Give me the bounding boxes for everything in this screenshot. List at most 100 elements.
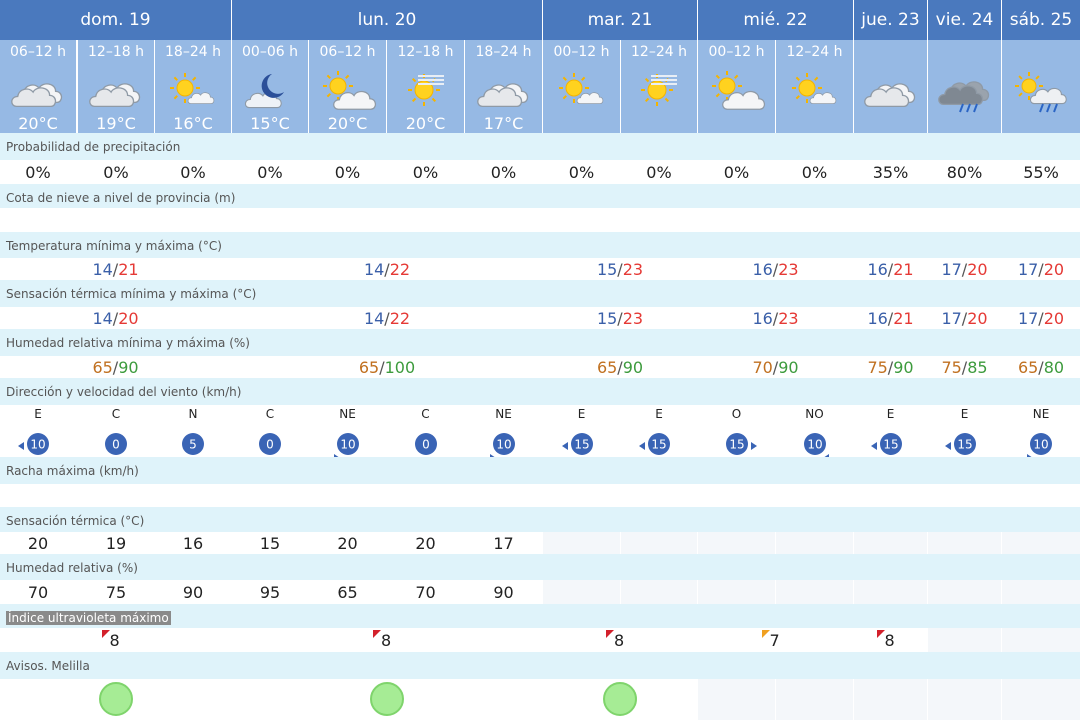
period-temperature: 20°C <box>327 114 368 133</box>
sun-cloud-icon <box>161 62 225 118</box>
wind-cell: N 5 <box>155 405 231 465</box>
wind-direction: NE <box>1032 407 1050 421</box>
uv-cell: 8 <box>854 628 927 652</box>
range-min-value: 70 <box>752 357 773 377</box>
range-min-value: 16 <box>867 308 888 328</box>
range-min-value: 65 <box>1017 357 1039 377</box>
row-label-band: Sensación térmica (°C) <box>0 507 1080 532</box>
precipitation-value: 80% <box>928 160 1001 184</box>
range-max-value: 90 <box>893 357 914 377</box>
period-humidity-value: 70 <box>387 580 464 604</box>
warning-level-dot[interactable] <box>603 682 637 716</box>
range-min-value: 17 <box>941 259 962 279</box>
wind-label: Dirección y velocidad del viento (km/h) <box>6 385 242 399</box>
period-feels-like-label: Sensación térmica (°C) <box>6 514 145 528</box>
range-max-value: 23 <box>622 308 644 328</box>
warning-cell[interactable] <box>543 679 697 720</box>
humidity-range: 65 / 100 <box>232 356 542 378</box>
range-min-value: 14 <box>363 308 385 328</box>
sun-rain-icon <box>1009 62 1073 118</box>
range-max-value: 23 <box>778 308 799 328</box>
temperature-range: 17 / 20 <box>1002 258 1080 280</box>
row-label-band: Cota de nieve a nivel de provincia (m) <box>0 184 1080 208</box>
period-temperature: 20°C <box>405 114 446 133</box>
feels-like-range: 16 / 21 <box>854 307 927 329</box>
empty-cell <box>1002 532 1080 554</box>
warning-cell[interactable] <box>232 679 542 720</box>
feels-like-range-label: Sensación térmica mínima y máxima (°C) <box>6 287 257 301</box>
sun-big-cloud-icon <box>316 62 380 118</box>
empty-cell <box>543 532 620 554</box>
range-max-value: 90 <box>118 357 139 377</box>
wind-speed: 5 <box>189 438 197 452</box>
wind-cell: NE 10 <box>465 405 542 459</box>
wind-speed: 15 <box>883 438 898 452</box>
period-label: 18–24 h <box>165 44 221 60</box>
uv-cell: 8 <box>543 628 697 652</box>
range-max-value: 21 <box>893 308 914 328</box>
period-label: 00–12 h <box>708 44 765 60</box>
precipitation-value: 0% <box>543 160 620 184</box>
uv-value: 7 <box>769 631 780 650</box>
uv-level-marker <box>373 630 381 638</box>
empty-cell <box>1002 580 1080 604</box>
empty-cell <box>543 580 620 604</box>
gust-value <box>155 484 231 507</box>
range-max-value: 20 <box>967 308 988 328</box>
period-temperature: 17°C <box>483 114 524 133</box>
warning-cell[interactable] <box>0 679 231 720</box>
range-min-value: 14 <box>363 259 385 279</box>
humidity-range-label: Humedad relativa mínima y máxima (%) <box>6 336 250 350</box>
range-max-value: 90 <box>622 357 644 377</box>
sun-big-cloud-icon <box>705 62 769 118</box>
uv-value: 8 <box>884 631 895 650</box>
warning-level-dot[interactable] <box>370 682 404 716</box>
forecast-period: 00–12 h <box>698 40 775 133</box>
wind-cell: E 15 <box>621 405 697 457</box>
wind-speed: 0 <box>266 438 274 452</box>
precipitation-value: 35% <box>854 160 927 184</box>
empty-cell <box>698 580 775 604</box>
period-feels-like-value: 20 <box>387 532 464 554</box>
range-min-value: 17 <box>1017 308 1039 328</box>
wind-direction: E <box>577 407 586 421</box>
forecast-period: 12–18 h 19°C <box>78 40 154 133</box>
wind-cell: E 10 <box>0 405 76 457</box>
precipitation-value: 0% <box>309 160 386 184</box>
cloudy-icon <box>84 62 148 118</box>
uv-value: 8 <box>614 631 625 650</box>
wind-direction: E <box>886 407 895 421</box>
period-label: 12–18 h <box>397 44 454 60</box>
wind-direction: C <box>421 407 430 421</box>
feels-like-range: 16 / 23 <box>698 307 853 329</box>
wind-direction: E <box>655 407 663 421</box>
temperature-range: 17 / 20 <box>928 258 1001 280</box>
wind-speed: 10 <box>30 438 45 452</box>
uv-value: 8 <box>109 631 120 650</box>
empty-cell <box>1002 679 1080 720</box>
warnings-label: Avisos. Melilla <box>6 659 90 673</box>
range-min-value: 15 <box>596 308 618 328</box>
humidity-range: 65 / 90 <box>543 356 697 378</box>
temperature-range: 15 / 23 <box>543 258 697 280</box>
gust-label: Racha máxima (km/h) <box>6 464 139 478</box>
warning-level-dot[interactable] <box>98 682 133 716</box>
uv-cell: 7 <box>698 628 853 652</box>
gust-value <box>0 484 76 507</box>
period-humidity-value: 90 <box>155 580 231 604</box>
wind-speed: 15 <box>574 438 589 452</box>
period-humidity-label: Humedad relativa (%) <box>6 561 138 575</box>
temperature-range: 16 / 23 <box>698 258 853 280</box>
row-label-band: Temperatura mínima y máxima (°C) <box>0 232 1080 258</box>
forecast-period: 00–06 h 15°C <box>232 40 308 133</box>
snow-level-value <box>1002 208 1080 232</box>
wind-speed: 15 <box>957 438 972 452</box>
period-label: 12–24 h <box>786 44 843 60</box>
range-min-value: 65 <box>596 357 618 377</box>
period-temperature: 19°C <box>96 114 136 133</box>
range-min-value: 14 <box>92 308 113 328</box>
wind-cell: O 15 <box>698 405 775 457</box>
snow-level-value <box>776 208 853 232</box>
range-min-value: 65 <box>92 357 113 377</box>
wind-cell: NE 10 <box>309 405 386 459</box>
